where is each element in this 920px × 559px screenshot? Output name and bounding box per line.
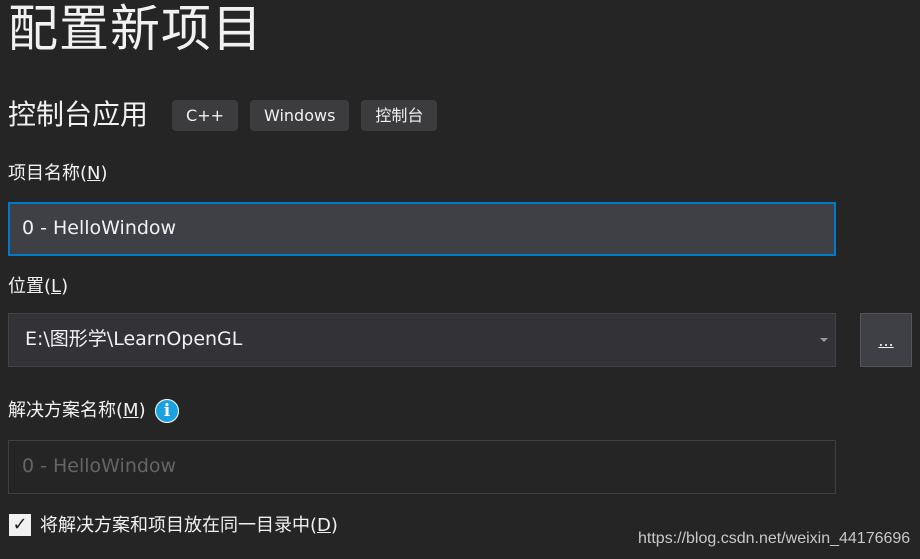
same-directory-label[interactable]: 将解决方案和项目放在同一目录中(D) xyxy=(40,514,338,538)
template-name: 控制台应用 xyxy=(8,98,149,131)
page-title: 配置新项目 xyxy=(8,0,263,58)
location-value: E:\图形学\LearnOpenGL xyxy=(25,328,243,350)
check-icon: ✓ xyxy=(12,514,28,535)
tag-console: 控制台 xyxy=(361,99,438,131)
chevron-down-icon[interactable] xyxy=(820,338,828,342)
location-label: 位置(L) xyxy=(8,276,69,297)
same-directory-label-text: 将解决方案和项目放在同一目录中 xyxy=(40,515,310,536)
configure-project-page: 配置新项目 控制台应用 C++ Windows 控制台 项目名称(N) 0 - … xyxy=(0,0,920,559)
watermark-text: https://blog.csdn.net/weixin_44176696 xyxy=(638,530,911,547)
info-icon[interactable]: i xyxy=(155,399,179,423)
solution-name-input: 0 - HelloWindow xyxy=(8,440,836,494)
location-accesskey: L xyxy=(51,276,62,297)
same-directory-checkbox[interactable]: ✓ xyxy=(9,514,31,536)
solution-name-label: 解决方案名称(M) xyxy=(8,400,146,421)
project-name-label-text: 项目名称 xyxy=(8,163,80,184)
location-label-text: 位置 xyxy=(8,276,44,297)
solution-name-label-text: 解决方案名称 xyxy=(8,400,116,421)
project-name-accesskey: N xyxy=(87,163,101,184)
location-combobox[interactable]: E:\图形学\LearnOpenGL xyxy=(8,313,836,367)
template-header: 控制台应用 C++ Windows 控制台 xyxy=(8,96,449,134)
same-directory-accesskey: D xyxy=(317,515,331,536)
browse-label: ... xyxy=(878,331,894,350)
project-name-input[interactable]: 0 - HelloWindow xyxy=(8,202,836,256)
project-name-label: 项目名称(N) xyxy=(8,163,108,184)
tag-cpp: C++ xyxy=(172,99,238,131)
browse-button[interactable]: ... xyxy=(860,313,912,367)
tag-windows: Windows xyxy=(250,99,350,131)
solution-name-accesskey: M xyxy=(123,400,139,421)
